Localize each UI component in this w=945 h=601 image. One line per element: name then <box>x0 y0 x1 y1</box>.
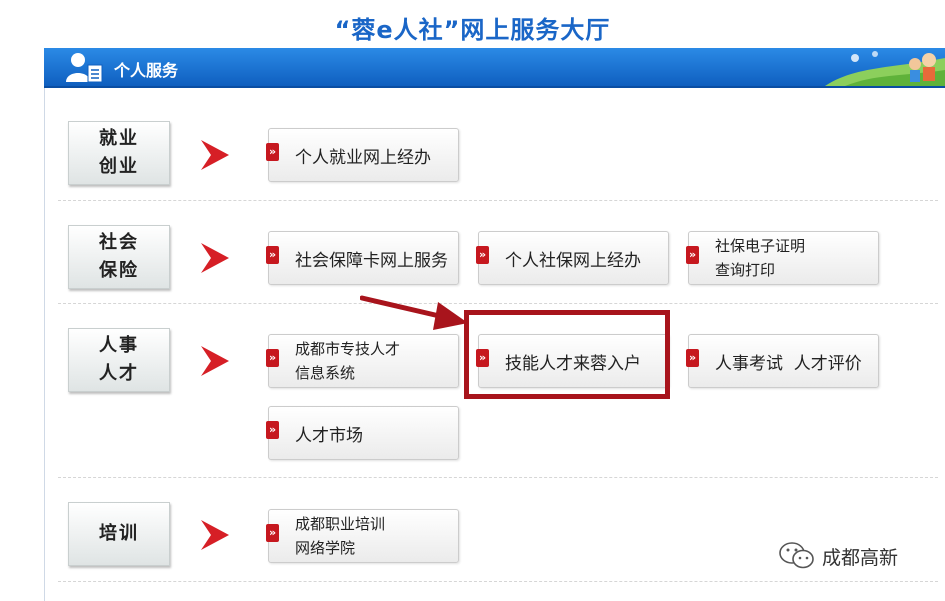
service-talent-market[interactable]: » 人才市场 <box>266 406 459 460</box>
service-label-line: 社保电子证明 <box>715 237 806 255</box>
chevron-right-icon <box>201 520 229 550</box>
arrow-tag-icon: » <box>266 349 279 367</box>
arrow-tag-icon: » <box>266 421 279 439</box>
category-label: 人才 <box>99 363 139 384</box>
watermark-text: 成都高新 <box>822 546 899 569</box>
arrow-tag-icon: » <box>266 143 279 161</box>
category-employment: 就业 创业 <box>68 121 170 185</box>
title-bar: “蓉e人社”网上服务大厅 <box>0 0 945 48</box>
service-insurance-certificate[interactable]: » 社保电子证明 查询打印 <box>686 231 879 285</box>
service-personal-social-insurance[interactable]: » 个人社保网上经办 <box>476 231 669 285</box>
wechat-icon <box>779 542 814 569</box>
service-label: 个人就业网上经办 <box>295 147 431 168</box>
service-label-line: 成都市专技人才 <box>295 340 401 358</box>
category-label: 就业 <box>99 128 139 149</box>
category-label: 社会 <box>99 232 139 253</box>
service-personnel-exam[interactable]: » 人事考试 人才评价 <box>686 334 879 388</box>
service-label: 成都职业培训 网络学院 <box>295 510 454 562</box>
category-label: 人事 <box>99 335 139 356</box>
service-label-line: 查询打印 <box>715 261 776 279</box>
service-label: 人才市场 <box>295 425 363 446</box>
service-label: 社会保障卡网上服务 <box>295 250 448 271</box>
section-divider <box>58 581 938 582</box>
watermark: 成都高新 <box>778 541 898 571</box>
category-personnel-talent: 人事 人才 <box>68 328 170 392</box>
category-training: 培训 <box>68 502 170 566</box>
section-divider <box>58 200 938 201</box>
arrow-tag-icon: » <box>266 246 279 264</box>
service-label-line: 信息系统 <box>295 364 356 382</box>
service-label: 社保电子证明 查询打印 <box>715 232 874 284</box>
service-social-security-card[interactable]: » 社会保障卡网上服务 <box>266 231 459 285</box>
service-label: 个人社保网上经办 <box>505 250 641 271</box>
category-label: 创业 <box>99 156 139 177</box>
category-social-insurance: 社会 保险 <box>68 225 170 289</box>
service-professional-talent-system[interactable]: » 成都市专技人才 信息系统 <box>266 334 459 388</box>
section-title: 个人服务 <box>114 61 179 80</box>
category-label: 培训 <box>99 523 139 544</box>
service-label-line: 网络学院 <box>295 539 356 557</box>
section-header: 个人服务 <box>44 48 945 88</box>
service-vocational-training[interactable]: » 成都职业培训 网络学院 <box>266 509 459 563</box>
section-divider <box>58 477 938 478</box>
pointer-arrow-icon <box>360 295 468 330</box>
service-label: 成都市专技人才 信息系统 <box>295 335 454 387</box>
chevron-right-icon <box>201 140 229 170</box>
service-label-line: 成都职业培训 <box>295 515 386 533</box>
service-personal-employment[interactable]: » 个人就业网上经办 <box>266 128 459 182</box>
arrow-tag-icon: » <box>686 246 699 264</box>
arrow-tag-icon: » <box>476 246 489 264</box>
chevron-right-icon <box>201 243 229 273</box>
chevron-right-icon <box>201 346 229 376</box>
arrow-tag-icon: » <box>686 349 699 367</box>
highlight-box <box>464 310 670 399</box>
banner-illustration <box>825 51 945 86</box>
service-label: 人事考试 人才评价 <box>715 353 862 374</box>
section-divider <box>58 303 938 304</box>
page-title: “蓉e人社”网上服务大厅 <box>334 16 611 44</box>
arrow-tag-icon: » <box>266 524 279 542</box>
category-label: 保险 <box>99 260 139 281</box>
user-card-icon <box>66 53 103 83</box>
